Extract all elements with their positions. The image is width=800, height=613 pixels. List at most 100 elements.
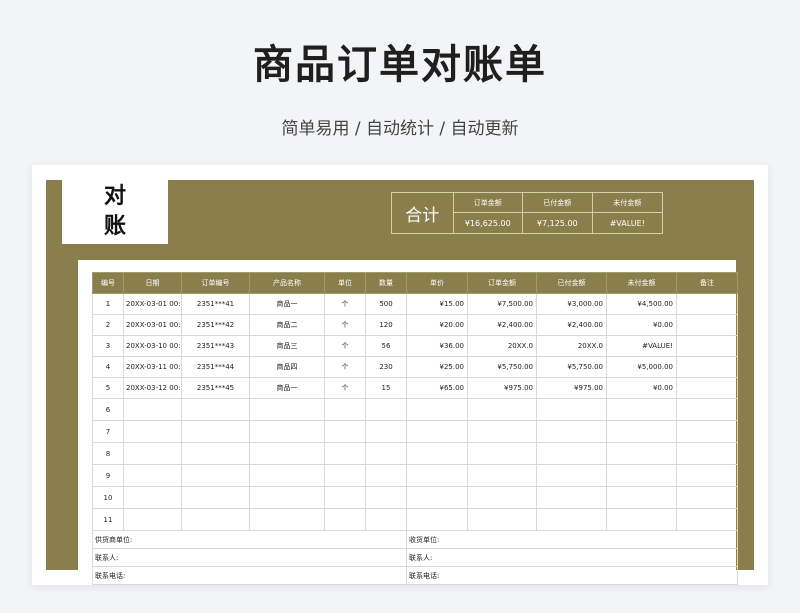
table-cell[interactable] (467, 508, 537, 531)
table-cell[interactable] (676, 420, 738, 443)
table-cell[interactable] (365, 420, 407, 443)
table-cell[interactable] (249, 420, 325, 443)
table-cell[interactable] (181, 442, 250, 465)
table-cell[interactable]: 20XX-03-10 00:00:0 (123, 335, 182, 357)
table-cell[interactable] (406, 464, 468, 487)
table-cell[interactable] (467, 442, 537, 465)
table-cell[interactable]: 1 (92, 293, 124, 315)
table-cell[interactable] (123, 486, 182, 509)
table-cell[interactable]: 4 (92, 356, 124, 378)
table-cell[interactable] (676, 314, 738, 336)
table-cell[interactable]: 个 (324, 377, 366, 399)
table-cell[interactable] (676, 377, 738, 399)
table-cell[interactable] (181, 464, 250, 487)
table-cell[interactable]: 2351***45 (181, 377, 250, 399)
table-cell[interactable]: 20XX-03-12 00:00:0 (123, 377, 182, 399)
table-cell[interactable] (676, 442, 738, 465)
table-cell[interactable]: 商品一 (249, 293, 325, 315)
table-cell[interactable]: 2351***44 (181, 356, 250, 378)
table-cell[interactable] (324, 420, 366, 443)
table-cell[interactable] (606, 486, 677, 509)
table-cell[interactable]: 500 (365, 293, 407, 315)
table-cell[interactable]: 230 (365, 356, 407, 378)
table-cell[interactable] (249, 486, 325, 509)
table-cell[interactable] (365, 486, 407, 509)
table-cell[interactable] (123, 420, 182, 443)
table-cell[interactable]: ¥0.00 (606, 377, 677, 399)
table-cell[interactable] (606, 464, 677, 487)
table-cell[interactable]: #VALUE! (606, 335, 677, 357)
table-cell[interactable]: 商品一 (249, 377, 325, 399)
table-cell[interactable] (676, 486, 738, 509)
table-cell[interactable] (606, 508, 677, 531)
table-cell[interactable]: 商品四 (249, 356, 325, 378)
table-cell[interactable] (365, 464, 407, 487)
table-cell[interactable] (123, 508, 182, 531)
table-cell[interactable]: ¥20.00 (406, 314, 468, 336)
table-cell[interactable] (536, 398, 607, 421)
table-cell[interactable] (365, 508, 407, 531)
table-cell[interactable] (324, 442, 366, 465)
table-cell[interactable]: 6 (92, 398, 124, 421)
table-cell[interactable]: 个 (324, 293, 366, 315)
table-cell[interactable]: ¥5,000.00 (606, 356, 677, 378)
table-cell[interactable]: ¥25.00 (406, 356, 468, 378)
table-cell[interactable] (123, 464, 182, 487)
table-cell[interactable] (181, 420, 250, 443)
table-cell[interactable]: 8 (92, 442, 124, 465)
table-cell[interactable] (324, 486, 366, 509)
table-cell[interactable]: 2351***41 (181, 293, 250, 315)
table-cell[interactable] (181, 398, 250, 421)
table-cell[interactable] (365, 398, 407, 421)
table-cell[interactable] (123, 442, 182, 465)
table-cell[interactable]: 15 (365, 377, 407, 399)
table-cell[interactable] (536, 464, 607, 487)
table-cell[interactable]: ¥0.00 (606, 314, 677, 336)
table-cell[interactable]: 2 (92, 314, 124, 336)
table-cell[interactable] (467, 398, 537, 421)
table-cell[interactable] (536, 442, 607, 465)
table-cell[interactable] (406, 442, 468, 465)
table-cell[interactable] (467, 464, 537, 487)
table-cell[interactable]: 20XX.0 (467, 335, 537, 357)
table-cell[interactable] (676, 335, 738, 357)
table-cell[interactable] (249, 398, 325, 421)
table-cell[interactable]: 56 (365, 335, 407, 357)
table-cell[interactable] (467, 420, 537, 443)
table-cell[interactable]: 个 (324, 314, 366, 336)
table-cell[interactable] (676, 508, 738, 531)
table-cell[interactable]: ¥15.00 (406, 293, 468, 315)
table-cell[interactable]: 20XX-03-11 00:00:0 (123, 356, 182, 378)
table-cell[interactable] (324, 398, 366, 421)
table-cell[interactable]: ¥975.00 (536, 377, 607, 399)
table-cell[interactable] (536, 420, 607, 443)
table-cell[interactable] (606, 420, 677, 443)
table-cell[interactable] (324, 464, 366, 487)
table-cell[interactable] (676, 356, 738, 378)
table-cell[interactable]: 9 (92, 464, 124, 487)
table-cell[interactable] (123, 398, 182, 421)
table-cell[interactable] (181, 508, 250, 531)
table-cell[interactable]: 20XX.0 (536, 335, 607, 357)
table-cell[interactable] (467, 486, 537, 509)
table-cell[interactable]: 2351***42 (181, 314, 250, 336)
table-cell[interactable]: ¥7,500.00 (467, 293, 537, 315)
table-cell[interactable]: 120 (365, 314, 407, 336)
table-cell[interactable]: 20XX-03-01 00:00:0 (123, 293, 182, 315)
table-cell[interactable] (406, 398, 468, 421)
table-cell[interactable]: 7 (92, 420, 124, 443)
table-cell[interactable]: ¥2,400.00 (467, 314, 537, 336)
table-cell[interactable] (249, 442, 325, 465)
table-cell[interactable] (606, 442, 677, 465)
table-cell[interactable] (406, 486, 468, 509)
table-cell[interactable]: ¥65.00 (406, 377, 468, 399)
table-cell[interactable]: 11 (92, 508, 124, 531)
table-cell[interactable]: 个 (324, 335, 366, 357)
table-cell[interactable] (249, 464, 325, 487)
table-cell[interactable]: 3 (92, 335, 124, 357)
table-cell[interactable]: 商品二 (249, 314, 325, 336)
table-cell[interactable]: ¥5,750.00 (467, 356, 537, 378)
table-cell[interactable] (181, 486, 250, 509)
table-cell[interactable] (406, 420, 468, 443)
table-cell[interactable]: 20XX-03-01 00:00:0 (123, 314, 182, 336)
